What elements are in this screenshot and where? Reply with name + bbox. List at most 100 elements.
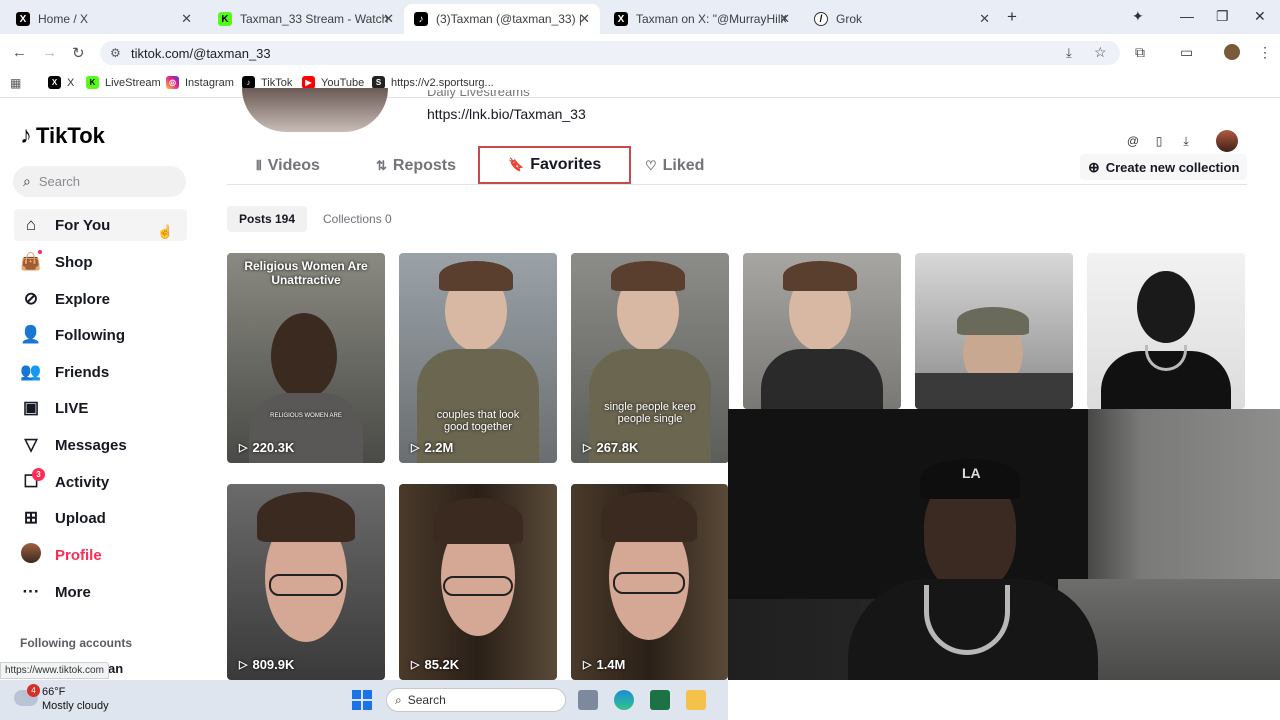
site-info-icon[interactable]: ⚙ [110,46,121,60]
close-tab-icon[interactable]: ✕ [383,11,394,27]
bio-text: Daily Livestreams [427,90,530,99]
subtab-collections[interactable]: Collections 0 [311,206,404,232]
url-text[interactable]: tiktok.com/@taxman_33 [131,46,271,61]
browser-tab-x-post[interactable]: X Taxman on X: "@MurrayHillGuy ✕ [604,4,800,34]
video-caption-small: RELIGIOUS WOMEN ARE [270,413,342,419]
browser-tab-kick-stream[interactable]: K Taxman_33 Stream - Watch Live ✕ [208,4,404,34]
video-thumbnail[interactable] [1087,253,1245,409]
sidebar-item-profile[interactable]: Profile [14,539,187,571]
video-thumbnail[interactable]: ▷ 809.9K [227,484,385,680]
tiktok-note-icon: ♪ [20,122,32,149]
plus-square-icon: ⊞ [23,508,39,527]
sidebar-item-following[interactable]: 👤 Following [14,319,187,351]
file-explorer-icon[interactable] [686,690,706,710]
close-tab-icon[interactable]: ✕ [979,11,990,27]
x-logo-icon: X [16,12,30,26]
bio-link[interactable]: https://lnk.bio/Taxman_33 [427,106,586,122]
video-thumbnail[interactable]: Religious Women Are Unattractive RELIGIO… [227,253,385,463]
tab-favorites[interactable]: 🔖 Favorites [478,146,632,184]
following-accounts-heading: Following accounts [20,636,133,650]
glasses [269,574,343,596]
browser-tab-home-x[interactable]: X Home / X ✕ [6,4,202,34]
browser-tab-tiktok[interactable]: ♪ (3)Taxman (@taxman_33) | TikTo ✕ [404,4,600,34]
person-face [1137,271,1195,343]
menu-kebab-icon[interactable]: ⋮ [1258,44,1272,61]
back-icon[interactable]: ← [12,44,27,61]
close-window-icon[interactable]: ✕ [1254,8,1266,25]
tab-reposts[interactable]: ⇅ Reposts [376,148,456,184]
sidepanel-icon[interactable]: ▭ [1180,44,1193,61]
avatar-icon [20,542,42,568]
task-view-icon[interactable] [578,690,598,710]
weather-temperature[interactable]: 66°F [42,686,65,698]
edge-browser-icon[interactable] [614,690,634,710]
new-tab-button[interactable]: + [1007,7,1017,27]
close-tab-icon[interactable]: ✕ [779,11,790,27]
search-input[interactable]: ⌕ Search [13,166,186,197]
sidebar-item-friends[interactable]: 👥 Friends [14,356,187,388]
subtab-posts[interactable]: Posts 194 [227,206,308,232]
person-face [271,313,337,399]
la-cap: LA [920,459,1020,499]
bookmark-livestream[interactable]: K LiveStream [86,76,161,89]
sidebar-item-more[interactable]: ··· More [14,576,187,608]
wall-tapestry [728,409,1088,599]
video-caption: Religious Women Are Unattractive [244,259,368,287]
apps-grid-icon[interactable]: ▦ [10,76,21,90]
reload-icon[interactable]: ↻ [72,44,85,62]
person-hair [257,492,355,542]
windows-start-icon[interactable] [352,690,372,710]
sidebar-item-explore[interactable]: ⊘ Explore [14,283,187,315]
excel-icon[interactable] [650,690,670,710]
browser-tab-grok[interactable]: / Grok ✕ [804,4,1000,34]
more-icon: ··· [22,582,40,601]
restore-icon[interactable]: ❐ [1216,8,1229,25]
sidebar-item-messages[interactable]: ▽ Messages [14,429,187,461]
user-avatar-small[interactable] [1216,130,1238,152]
person-hair [783,261,857,291]
close-tab-icon[interactable]: ✕ [579,11,590,27]
person-cap [957,307,1029,335]
forward-icon[interactable]: → [42,44,57,61]
profile-avatar-icon[interactable] [1224,44,1240,60]
video-thumbnail[interactable] [743,253,901,409]
play-icon: ▷ [583,659,592,671]
threads-icon[interactable]: @ [1124,132,1142,150]
profile-avatar [242,88,388,132]
sidebar-item-activity[interactable]: ☐ 3 Activity [14,466,187,498]
sidebar-item-shop[interactable]: 👜 Shop [14,246,187,278]
following-account-partial[interactable]: an [108,661,123,676]
tab-liked[interactable]: ♡ Liked [645,148,704,184]
sidebar-item-live[interactable]: ▣ LIVE [14,392,187,424]
video-thumbnail[interactable]: couples that look good together ▷ 2.2M [399,253,557,463]
play-icon: ▷ [239,442,248,454]
bookmark-sportsurge[interactable]: S https://v2.sportsurg... [372,76,494,89]
la-logo-icon: LA [962,465,981,481]
sidebar-item-upload[interactable]: ⊞ Upload [14,502,187,534]
taskbar-search[interactable]: ⌕ Search [386,688,566,712]
x-logo-icon: X [48,76,61,89]
shop-bag-icon: 👜 [20,252,42,271]
download-icon[interactable]: ⤓ [1177,132,1195,150]
video-thumbnail[interactable] [915,253,1073,409]
extensions-icon[interactable]: ⧉ [1135,44,1145,61]
video-thumbnail[interactable]: ▷ 1.4M [571,484,728,680]
person-hair [611,261,685,291]
install-app-icon[interactable]: ⤓ [1066,45,1072,61]
tab-videos[interactable]: ⦀ Videos [256,148,320,184]
close-tab-icon[interactable]: ✕ [181,11,192,27]
gemini-sparkle-icon[interactable]: ✦ [1132,8,1144,25]
instagram-logo-icon: ◎ [166,76,179,89]
view-count: ▷ 2.2M [411,440,454,455]
bookmark-instagram[interactable]: ◎ Instagram [166,76,234,89]
device-icon[interactable]: ▯ [1150,132,1168,150]
bookmark-x[interactable]: X X [48,76,74,89]
bookmark-star-icon[interactable]: ☆ [1094,44,1107,61]
tiktok-logo[interactable]: ♪ TikTok [20,122,105,150]
create-collection-button[interactable]: ⊕ Create new collection [1080,154,1248,180]
minimize-icon[interactable]: — [1180,8,1194,24]
video-thumbnail[interactable]: ▷ 85.2K [399,484,557,680]
activity-badge: 3 [32,468,45,481]
video-thumbnail[interactable]: single people keep people single ▷ 267.8K [571,253,729,463]
weather-description[interactable]: Mostly cloudy [42,700,109,712]
